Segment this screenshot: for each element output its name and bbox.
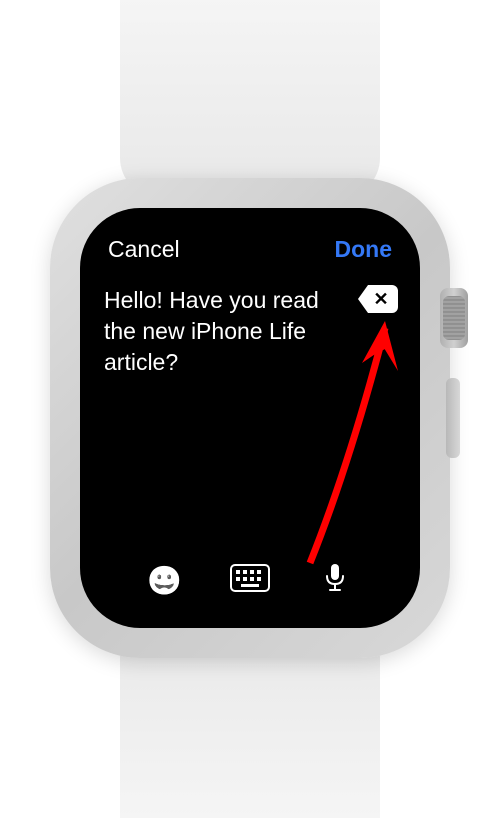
message-text: Hello! Have you read the new iPhone Life…: [104, 285, 352, 378]
watch-device: Cancel Done Hello! Have you read the new…: [40, 58, 460, 758]
mic-icon: [324, 563, 346, 598]
emoji-icon: 😀: [147, 564, 182, 597]
backspace-button[interactable]: ✕: [358, 285, 398, 313]
cancel-button[interactable]: Cancel: [108, 236, 180, 263]
text-input-area[interactable]: Hello! Have you read the new iPhone Life…: [102, 281, 398, 552]
watch-band-top: [120, 0, 380, 198]
side-button[interactable]: [446, 378, 460, 458]
watch-case: Cancel Done Hello! Have you read the new…: [50, 178, 450, 658]
input-toolbar: 😀: [102, 552, 398, 606]
keyboard-button[interactable]: [230, 560, 270, 600]
done-button[interactable]: Done: [335, 236, 393, 263]
digital-crown[interactable]: [440, 288, 468, 348]
backspace-icon: ✕: [373, 289, 388, 310]
emoji-button[interactable]: 😀: [145, 560, 185, 600]
keyboard-icon: [230, 564, 270, 597]
compose-header: Cancel Done: [102, 236, 398, 263]
mic-button[interactable]: [315, 560, 355, 600]
watch-screen: Cancel Done Hello! Have you read the new…: [80, 208, 420, 628]
